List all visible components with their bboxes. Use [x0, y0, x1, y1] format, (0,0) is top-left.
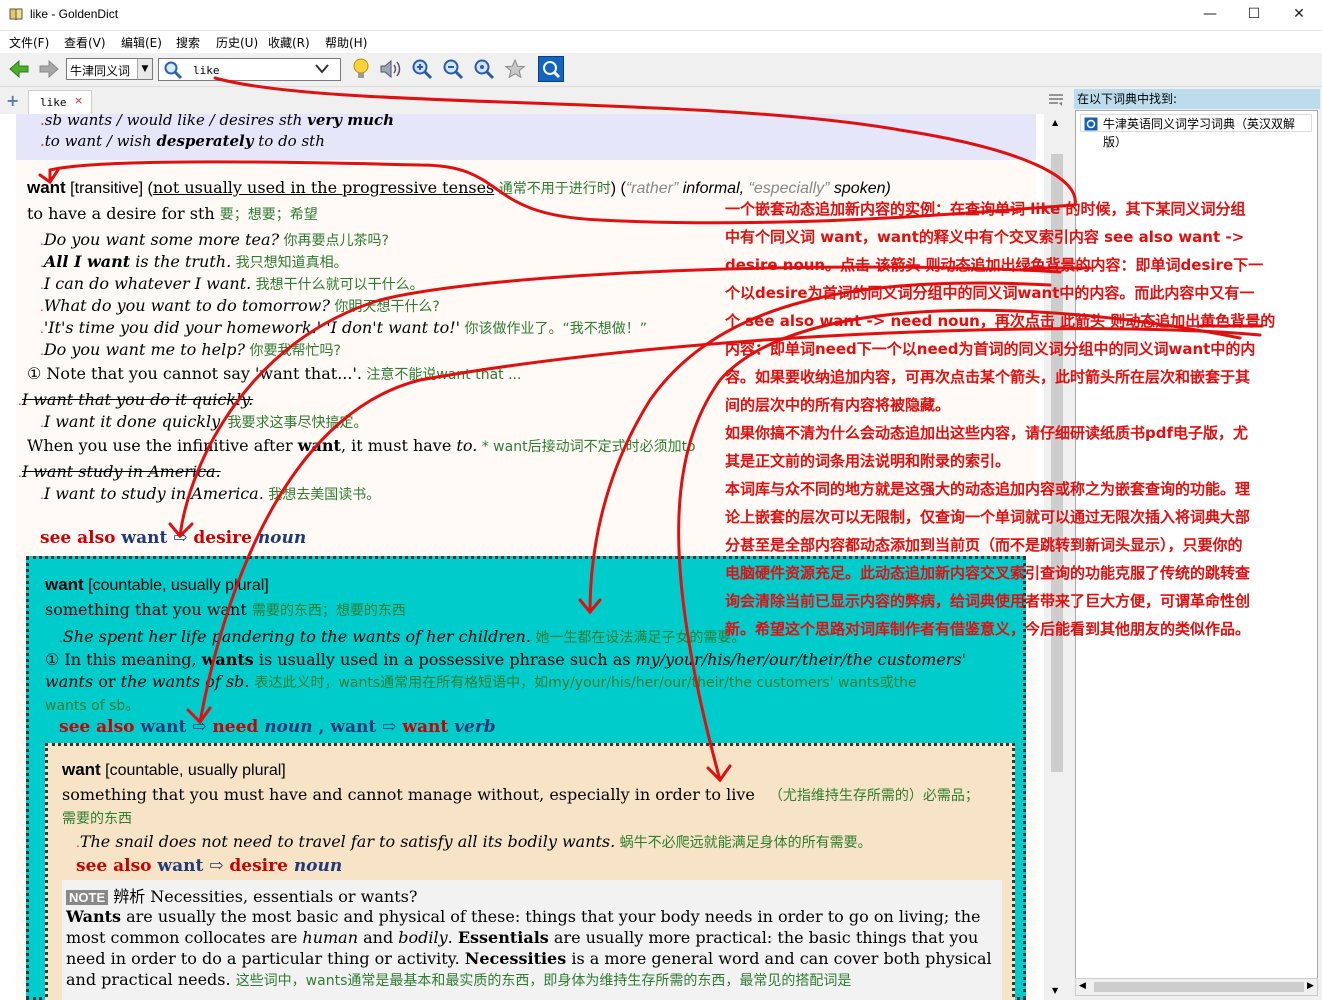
- annotation-arrow: [588, 281, 1052, 614]
- annotation-arrow: [178, 265, 1062, 538]
- annotation-arrow: [48, 160, 1077, 225]
- annotation-arrow: [198, 327, 1262, 724]
- annotation-arrow: [213, 76, 1077, 207]
- annotation-arrows: [38, 76, 1264, 783]
- annotation-arrow: [677, 308, 1242, 782]
- annotation-arrow: [186, 706, 212, 725]
